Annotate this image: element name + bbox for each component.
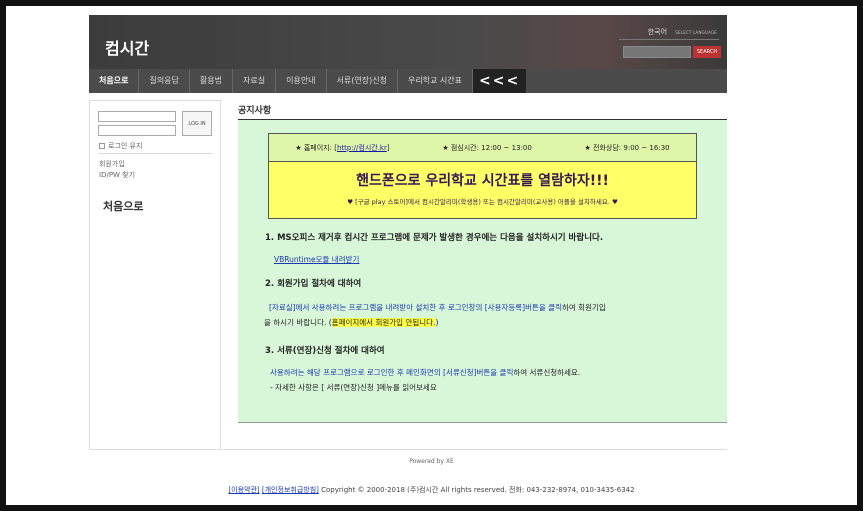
login-id-input[interactable]	[98, 111, 176, 122]
vbruntime-download-link[interactable]: VBRuntime모듈 내려받기	[274, 255, 359, 264]
section-3-body: 사용하려는 해당 프로그램으로 로그인한 후 메인화면의 [서류신청]버튼을 클…	[270, 368, 581, 392]
language-area: 한국어 SELECT LANGUAGE	[642, 27, 717, 37]
keep-login-checkbox[interactable]	[99, 143, 105, 149]
find-id-pw-link[interactable]: ID/PW 찾기	[99, 170, 135, 180]
nav-item-document-request[interactable]: 서류(연장)신청	[327, 69, 398, 93]
nav-item-qna[interactable]: 질의응답	[139, 69, 190, 93]
notice-banner: ★ 홈페이지: [http://컴시간.kr] ★ 점심시간: 12:00 ~ …	[268, 133, 697, 219]
nav-item-school-timetable[interactable]: 우리학교 시간표	[398, 69, 474, 93]
keep-login[interactable]: 로그인 유지	[99, 141, 142, 151]
footer-divider	[89, 449, 727, 450]
sidebar-home-link[interactable]: 처음으로	[103, 198, 143, 214]
search-input[interactable]	[623, 46, 691, 58]
powered-by[interactable]: Powered by XE	[6, 458, 857, 465]
site-footer: [이용약관] [개인정보취급방침] Copyright © 2000-2018 …	[6, 485, 857, 495]
login-divider	[98, 153, 213, 154]
copyright-text: Copyright © 2000-2018 (주)컴시간 All rights …	[321, 486, 635, 494]
site-header: 컴시간 한국어 SELECT LANGUAGE SEARCH	[89, 15, 727, 69]
banner-info-row: ★ 홈페이지: [http://컴시간.kr] ★ 점심시간: 12:00 ~ …	[269, 134, 696, 162]
consult-hours: ★ 전화상담: 9:00 ~ 16:30	[584, 143, 670, 152]
notice-content: ★ 홈페이지: [http://컴시간.kr] ★ 점심시간: 12:00 ~ …	[238, 120, 727, 422]
section-2-heading: 2. 회원가입 절차에 대하여	[265, 279, 362, 289]
page: 컴시간 한국어 SELECT LANGUAGE SEARCH 처음으로 질의응답…	[6, 6, 857, 505]
nav-arrows[interactable]: <<<	[473, 69, 527, 93]
section-1-heading: 1. MS오피스 제거후 컴시간 프로그램에 문제가 발생한 경우에는 다음을 …	[265, 233, 604, 243]
content-title: 공지사항	[238, 106, 272, 116]
main-nav: 처음으로 질의응답 활용법 자료실 이용안내 서류(연장)신청 우리학교 시간표…	[89, 69, 727, 93]
login-password-input[interactable]	[98, 125, 176, 136]
language-divider	[619, 39, 719, 40]
language-label[interactable]: 한국어	[648, 28, 667, 36]
nav-item-howto[interactable]: 활용법	[190, 69, 233, 93]
section-1-body: VBRuntime모듈 내려받기	[274, 252, 359, 267]
terms-link[interactable]: [이용약관]	[228, 486, 259, 494]
content-bottom-rule	[238, 422, 727, 423]
nav-item-home[interactable]: 처음으로	[89, 69, 140, 93]
login-box: LOG IN 로그인 유지 회원가입 ID/PW 찾기	[90, 100, 222, 192]
login-button[interactable]: LOG IN	[182, 111, 212, 136]
join-link[interactable]: 회원가입	[99, 159, 125, 169]
nav-item-guide[interactable]: 이용안내	[276, 69, 327, 93]
homepage-link[interactable]: http://컴시간.kr	[337, 144, 387, 152]
sidebar: LOG IN 로그인 유지 회원가입 ID/PW 찾기 처음으로	[89, 100, 222, 450]
site-title[interactable]: 컴시간	[105, 35, 149, 59]
language-select[interactable]: SELECT LANGUAGE	[675, 30, 717, 35]
section-2-body: [자료실]에서 사용하려는 프로그램을 내려받아 설치한 후 로그인창의 [사용…	[264, 303, 606, 327]
lunch-hours: ★ 점심시간: 12:00 ~ 13:00	[442, 143, 532, 152]
banner-headline: 핸드폰으로 우리학교 시간표를 열람하자!!!	[356, 173, 609, 189]
nav-item-downloads[interactable]: 자료실	[233, 69, 277, 93]
banner-subline: ♥ [구글 play 스토어]에서 컴시간알리미(학생용) 또는 컴시간알리미(…	[347, 198, 618, 206]
banner-main: 핸드폰으로 우리학교 시간표를 열람하자!!! ♥ [구글 play 스토어]에…	[269, 162, 696, 218]
keep-login-label: 로그인 유지	[108, 142, 143, 150]
privacy-link[interactable]: [개인정보취급방침]	[262, 486, 319, 494]
homepage-info: ★ 홈페이지: [http://컴시간.kr]	[295, 143, 390, 152]
section-3-heading: 3. 서류(연장)신청 절차에 대하여	[265, 346, 385, 356]
search-button[interactable]: SEARCH	[693, 46, 721, 58]
